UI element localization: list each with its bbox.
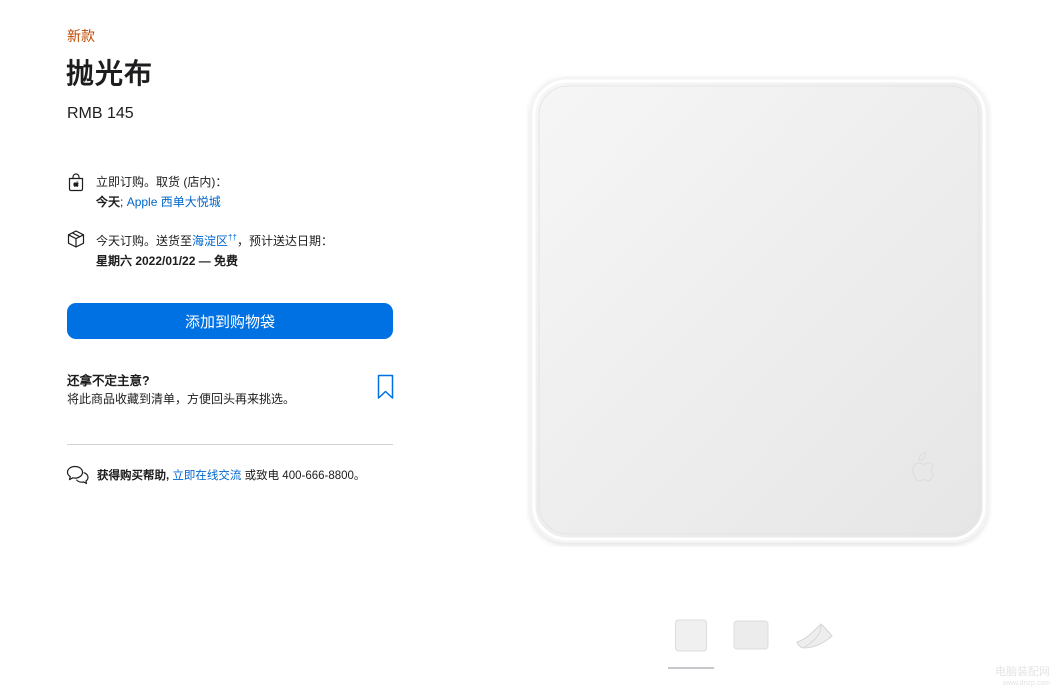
bookmark-icon[interactable] [377,374,394,400]
divider [67,444,393,445]
delivery-area[interactable]: 海淀区 [192,234,228,248]
undecided-description: 将此商品收藏到清单，方便回头再来挑选。 [67,392,296,406]
product-image [526,74,992,547]
add-to-bag-button[interactable]: 添加到购物袋 [67,303,393,339]
store-bag-icon [68,173,84,192]
chat-bubbles-icon [66,465,89,485]
pickup-text: 立即订购。取货 (店内)： [96,175,228,189]
store-link[interactable]: Apple 西单大悦城 [127,195,221,209]
thumbnail-cloth-front[interactable] [674,618,708,654]
thumbnail-cloth-folded[interactable] [795,618,835,654]
new-badge: 新款 [67,28,95,44]
thumbnail-image [733,620,769,650]
thumbnail-image [675,619,707,652]
watermark: 电脑装配网 www.dnzp.com [995,666,1050,690]
phone-text: 或致电 400-666-8800。 [244,470,366,482]
thumbnail-image [796,623,833,649]
thumbnail-selected-indicator [668,667,714,669]
delivery-suffix: ，预计送达日期： [236,234,333,248]
pickup-day: 今天 [96,195,121,209]
delivery-area-link[interactable]: 海淀区†† [192,233,237,248]
thumbnail-cloth-flat[interactable] [732,618,770,654]
watermark-line2: www.dnzp.com [1002,680,1050,687]
product-price: RMB 145 [67,105,134,122]
undecided-title: 还拿不定主意? [67,374,150,388]
help-label: 获得购买帮助, [97,470,170,482]
pickup-separator: ; [120,195,124,209]
help-row: 获得购买帮助, 立即在线交流 或致电 400-666-8800。 [66,464,365,486]
delivery-prefix: 今天订购。送货至 [96,234,193,248]
product-title: 抛光布 [66,58,154,89]
box-icon [67,230,85,248]
delivery-date: 星期六 2022/01/22 — 免费 [96,254,239,268]
polishing-cloth-image [530,77,988,543]
watermark-line1: 电脑装配网 [995,666,1050,678]
chat-link[interactable]: 立即在线交流 [172,467,241,483]
delivery-area-mark: †† [228,233,237,242]
